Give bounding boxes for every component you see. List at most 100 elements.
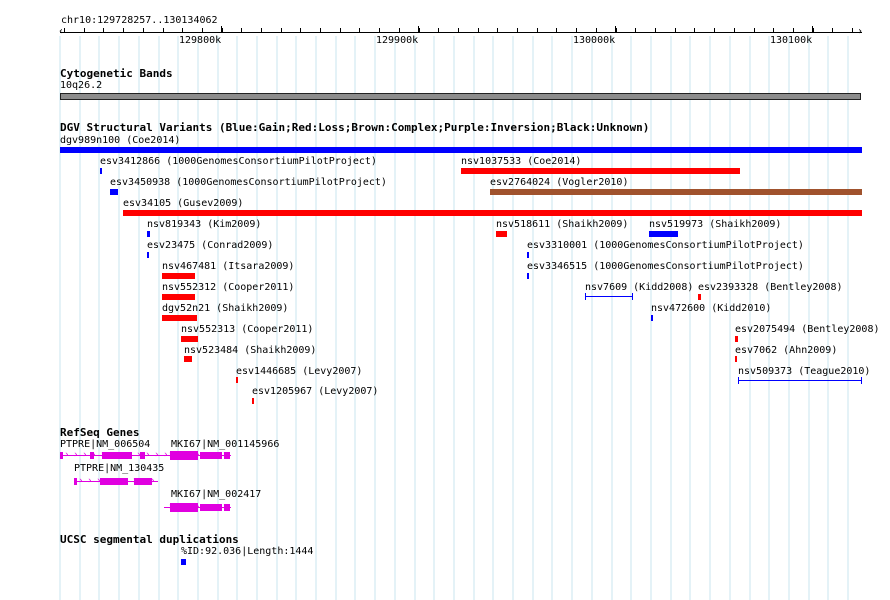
strand-arrow-icon: › xyxy=(195,450,201,460)
ruler-tick-label: 130100k xyxy=(770,35,813,46)
strand-arrow-icon: › xyxy=(132,476,138,486)
refseq-gene-exon[interactable] xyxy=(170,503,198,512)
dgv-feature-bar[interactable] xyxy=(651,315,653,321)
refseq-gene-exon[interactable] xyxy=(170,451,198,460)
dgv-feature-label: dgv989n100 (Coe2014) xyxy=(60,135,181,146)
dgv-feature-bar[interactable] xyxy=(123,210,862,216)
dgv-feature-bar[interactable] xyxy=(496,231,507,237)
ruler-minor-tick xyxy=(596,28,597,32)
refseq-gene-exon[interactable] xyxy=(74,478,77,485)
ruler-minor-tick xyxy=(261,28,262,32)
dgv-feature-label: esv2764024 (Vogler2010) xyxy=(490,177,629,188)
dgv-feature-label: esv3310001 (1000GenomesConsortiumPilotPr… xyxy=(527,240,804,251)
strand-arrow-icon: › xyxy=(195,502,201,512)
strand-arrow-icon: › xyxy=(109,450,115,460)
strand-arrow-icon: › xyxy=(154,450,160,460)
dgv-feature-bar[interactable] xyxy=(184,356,192,362)
cytoband-bar[interactable] xyxy=(60,93,861,100)
dgv-feature-bar[interactable] xyxy=(147,252,149,258)
segdup-track-title: UCSC segmental duplications xyxy=(60,533,239,546)
strand-arrow-icon: › xyxy=(186,450,192,460)
strand-arrow-icon: › xyxy=(141,476,147,486)
ruler-minor-tick xyxy=(478,28,479,32)
dgv-feature-bar[interactable] xyxy=(490,189,862,195)
ruler-tick-label: 130000k xyxy=(573,35,616,46)
ruler-minor-tick xyxy=(379,28,380,32)
dgv-feature-bar[interactable] xyxy=(649,231,678,237)
dgv-feature-bar[interactable] xyxy=(461,168,740,174)
dgv-feature-bar[interactable] xyxy=(147,231,150,237)
dgv-feature-bar[interactable] xyxy=(100,168,102,174)
ruler-minor-tick xyxy=(773,28,774,32)
strand-arrow-icon: › xyxy=(168,450,174,460)
dgv-feature-label: esv1446685 (Levy2007) xyxy=(236,366,363,377)
dgv-feature-bar[interactable] xyxy=(181,336,198,342)
ruler-right-arrow[interactable]: › xyxy=(857,26,863,38)
dgv-feature-label: esv3450938 (1000GenomesConsortiumPilotPr… xyxy=(110,177,387,188)
ruler-minor-tick xyxy=(103,28,104,32)
dgv-feature-label: nsv467481 (Itsara2009) xyxy=(162,261,295,272)
ruler-minor-tick xyxy=(832,28,833,32)
dgv-feature-label: nsv523484 (Shaikh2009) xyxy=(184,345,317,356)
dgv-feature-label: nsv518611 (Shaikh2009) xyxy=(496,219,629,230)
dgv-feature-bar[interactable] xyxy=(585,296,633,297)
ruler-minor-tick xyxy=(359,28,360,32)
ruler-tick-label: 129900k xyxy=(376,35,419,46)
ruler-minor-tick xyxy=(143,28,144,32)
position-label: chr10:129728257..130134062 xyxy=(61,15,218,26)
ruler-minor-tick xyxy=(497,28,498,32)
dgv-feature-bar[interactable] xyxy=(236,377,238,383)
refseq-gene-label: PTPRE|NM_130435 xyxy=(74,463,165,474)
ruler-minor-tick xyxy=(84,28,85,32)
refseq-track-title: RefSeq Genes xyxy=(60,426,140,439)
coordinate-ruler[interactable]: chr10:129728257..130134062 ‹ › 129800k12… xyxy=(0,0,890,600)
strand-arrow-icon: › xyxy=(78,476,84,486)
strand-arrow-icon: › xyxy=(91,450,97,460)
dgv-feature-bar[interactable] xyxy=(527,252,529,258)
ruler-minor-tick xyxy=(655,28,656,32)
dgv-feature-bar[interactable] xyxy=(162,294,195,300)
dgv-feature-label: dgv52n21 (Shaikh2009) xyxy=(162,303,289,314)
dgv-feature-bar[interactable] xyxy=(162,315,197,321)
ruler-axis xyxy=(60,32,862,33)
strand-arrow-icon: › xyxy=(213,450,219,460)
dgv-feature-label: esv7062 (Ahn2009) xyxy=(735,345,838,356)
ruler-major-tick xyxy=(812,26,813,33)
dgv-feature-bar[interactable] xyxy=(60,147,862,153)
ruler-major-tick xyxy=(418,26,419,33)
dgv-feature-bar[interactable] xyxy=(527,273,529,279)
dgv-feature-bar[interactable] xyxy=(738,380,862,381)
dgv-track-title: DGV Structural Variants (Blue:Gain;Red:L… xyxy=(60,121,650,134)
refseq-gene-label: MKI67|NM_002417 xyxy=(171,489,262,500)
strand-arrow-icon: › xyxy=(64,450,70,460)
strand-arrow-icon: › xyxy=(222,502,228,512)
dgv-feature-bar[interactable] xyxy=(735,336,738,342)
strand-arrow-icon: › xyxy=(100,450,106,460)
ruler-minor-tick xyxy=(241,28,242,32)
dgv-feature-label: esv1205967 (Levy2007) xyxy=(252,386,379,397)
dgv-feature-label: esv2075494 (Bentley2008) xyxy=(735,324,880,335)
strand-arrow-icon: › xyxy=(177,502,183,512)
dgv-feature-bar[interactable] xyxy=(252,398,254,404)
dgv-feature-label: nsv819343 (Kim2009) xyxy=(147,219,262,230)
strand-arrow-icon: › xyxy=(145,450,151,460)
ruler-minor-tick xyxy=(813,28,814,32)
dgv-feature-bar[interactable] xyxy=(735,356,737,362)
segdup-feature[interactable] xyxy=(181,559,186,565)
segdup-label: %ID:92.036|Length:1444 xyxy=(181,546,314,557)
dgv-feature-bar[interactable] xyxy=(110,189,118,195)
refseq-gene-exon[interactable] xyxy=(60,452,63,459)
ruler-minor-tick xyxy=(537,28,538,32)
dgv-feature-label: nsv1037533 (Coe2014) xyxy=(461,156,582,167)
dgv-feature-bar[interactable] xyxy=(698,294,701,300)
ruler-minor-tick xyxy=(281,28,282,32)
cytoband-label: 10q26.2 xyxy=(60,80,103,91)
strand-arrow-icon: › xyxy=(213,502,219,512)
strand-arrow-icon: › xyxy=(118,450,124,460)
dgv-feature-bar[interactable] xyxy=(162,273,195,279)
cytoband-track-title: Cytogenetic Bands xyxy=(60,67,173,80)
dgv-feature-label: nsv519973 (Shaikh2009) xyxy=(649,219,782,230)
ruler-minor-tick xyxy=(517,28,518,32)
strand-arrow-icon: › xyxy=(204,502,210,512)
dgv-feature-label: nsv552312 (Cooper2011) xyxy=(162,282,295,293)
